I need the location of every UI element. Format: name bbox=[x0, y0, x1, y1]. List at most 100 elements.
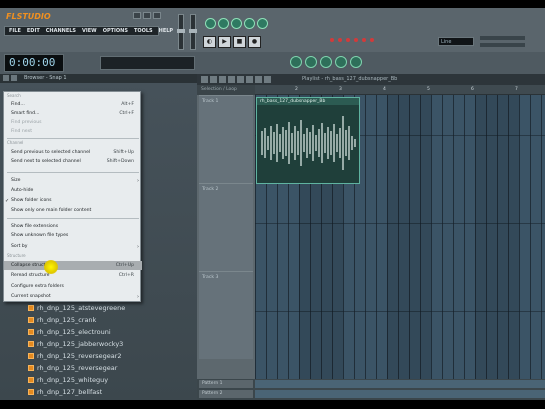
menu-item-find-next[interactable]: Find next bbox=[4, 127, 142, 136]
playlist-toggle-icon[interactable] bbox=[205, 18, 216, 29]
master-pitch-fader[interactable] bbox=[189, 14, 197, 50]
menu-options[interactable]: OPTIONS bbox=[103, 28, 128, 34]
menu-item-size[interactable]: Size › bbox=[4, 176, 142, 185]
menu-item-current-snapshot[interactable]: Current snapshot › bbox=[4, 292, 142, 301]
audio-file-icon bbox=[28, 329, 34, 335]
delete-tool-icon[interactable] bbox=[228, 76, 235, 83]
led-icon[interactable] bbox=[346, 38, 350, 42]
ruler-tick-label: 5 bbox=[427, 87, 430, 92]
timeline-ruler[interactable]: 2 3 4 5 6 7 bbox=[255, 85, 545, 95]
record-button[interactable]: ● bbox=[248, 36, 261, 48]
list-item[interactable]: rh_dnp_125_atstevegreene bbox=[28, 302, 125, 314]
paint-tool-icon[interactable] bbox=[219, 76, 226, 83]
menu-item-auto-hide[interactable]: Auto-hide bbox=[4, 186, 142, 195]
toolbar-icon[interactable] bbox=[320, 56, 332, 68]
list-item[interactable]: rh_dnp_125_jabberwocky3 bbox=[28, 338, 123, 350]
menu-item-show-one-folder[interactable]: Show only one main folder content bbox=[4, 206, 142, 215]
menu-item-send-previous[interactable]: Send previous to selected channel Shift+U… bbox=[4, 148, 142, 157]
browser-menu-icon[interactable] bbox=[3, 75, 9, 81]
mixer-toggle-icon[interactable] bbox=[257, 18, 268, 29]
piano-roll-toggle-icon[interactable] bbox=[231, 18, 242, 29]
master-volume-fader[interactable] bbox=[177, 14, 185, 50]
menu-section-search: Search bbox=[7, 93, 21, 98]
window-buttons bbox=[133, 12, 161, 19]
hint-bar bbox=[100, 56, 195, 70]
stop-button[interactable]: ■ bbox=[233, 36, 246, 48]
track-header[interactable]: Track 1 bbox=[199, 95, 253, 183]
playlist-menu-icon[interactable] bbox=[201, 76, 208, 83]
audio-file-icon bbox=[28, 389, 34, 395]
ruler-tick-label: 2 bbox=[295, 87, 298, 92]
browser-title-bar: Browser - Snap 1 bbox=[0, 74, 197, 83]
step-sequencer-toggle-icon[interactable] bbox=[218, 18, 229, 29]
led-icon[interactable] bbox=[330, 38, 334, 42]
toolbar-icon[interactable] bbox=[350, 56, 362, 68]
pattern-song-switch[interactable]: ◐ bbox=[203, 36, 216, 48]
audio-clip[interactable]: rh_bass_127_dubsnapper_Bb bbox=[256, 97, 360, 184]
menu-item-find[interactable]: Find... Alt+F bbox=[4, 100, 142, 109]
menu-item-collapse-structure[interactable]: Collapse structure Ctrl+Up bbox=[4, 261, 142, 270]
list-item[interactable]: rh_dnp_125_reversegear2 bbox=[28, 350, 122, 362]
minimize-button[interactable] bbox=[133, 12, 141, 19]
ruler-tick-label: 4 bbox=[383, 87, 386, 92]
menu-view[interactable]: VIEW bbox=[82, 28, 97, 34]
menu-item-show-extensions[interactable]: Show file extensions bbox=[4, 222, 142, 231]
transport-controls: ◐ ▶ ■ ● bbox=[203, 36, 261, 48]
toolbar-icon[interactable] bbox=[305, 56, 317, 68]
bar-stripe bbox=[387, 95, 431, 400]
pattern-lane-label[interactable]: Pattern 1 bbox=[199, 380, 253, 388]
track-header[interactable]: Track 2 bbox=[199, 183, 253, 271]
menu-file[interactable]: FILE bbox=[9, 28, 21, 34]
list-item[interactable]: rh_dnp_125_whiteguy bbox=[28, 374, 108, 386]
led-icon[interactable] bbox=[362, 38, 366, 42]
audio-file-icon bbox=[28, 317, 34, 323]
browser-context-menu: Search Find... Alt+F Smart find... Ctrl+F … bbox=[3, 91, 142, 302]
maximize-button[interactable] bbox=[143, 12, 151, 19]
toolbar-icon[interactable] bbox=[290, 56, 302, 68]
menu-item-reread-structure[interactable]: Reread structure Ctrl+R bbox=[4, 271, 142, 280]
submenu-arrow-icon: › bbox=[137, 243, 139, 250]
close-button[interactable] bbox=[153, 12, 161, 19]
browser-pin-icon[interactable] bbox=[11, 75, 17, 81]
list-item[interactable]: rh_dnp_127_bellfast bbox=[28, 386, 102, 398]
menu-help[interactable]: HELP bbox=[159, 28, 173, 34]
song-position-display[interactable]: 0:00:00 bbox=[4, 54, 64, 72]
track-headers: Track 1 Track 2 Track 3 bbox=[197, 95, 255, 400]
menu-item-configure-folders[interactable]: Configure extra folders bbox=[4, 282, 142, 291]
audio-file-icon bbox=[28, 365, 34, 371]
pattern-lane[interactable] bbox=[255, 390, 545, 398]
audio-file-icon bbox=[28, 341, 34, 347]
clip-title: rh_bass_127_dubsnapper_Bb bbox=[257, 98, 359, 105]
menu-item-show-folder-icons[interactable]: Show folder icons bbox=[4, 196, 142, 205]
list-item[interactable]: rh_dnp_125_reversegear bbox=[28, 362, 117, 374]
mute-tool-icon[interactable] bbox=[237, 76, 244, 83]
toolbar-icon[interactable] bbox=[335, 56, 347, 68]
pattern-lane-label[interactable]: Pattern 2 bbox=[199, 390, 253, 398]
snap-selector[interactable]: Line bbox=[438, 37, 474, 46]
slice-tool-icon[interactable] bbox=[246, 76, 253, 83]
led-icon[interactable] bbox=[354, 38, 358, 42]
menu-edit[interactable]: EDIT bbox=[27, 28, 40, 34]
list-item[interactable]: rh_dnp_125_electrouni bbox=[28, 326, 111, 338]
pattern-lane[interactable] bbox=[255, 380, 545, 388]
menu-channels[interactable]: CHANNELS bbox=[46, 28, 76, 34]
menu-item-show-unknown[interactable]: Show unknown file types bbox=[4, 231, 142, 240]
audio-file-icon bbox=[28, 377, 34, 383]
app-logo: FLSTUDIO bbox=[6, 12, 51, 21]
menu-item-find-previous[interactable]: Find previous bbox=[4, 118, 142, 127]
track-header[interactable]: Track 3 bbox=[199, 271, 253, 359]
browser-toggle-icon[interactable] bbox=[244, 18, 255, 29]
led-icon[interactable] bbox=[370, 38, 374, 42]
zoom-tool-icon[interactable] bbox=[264, 76, 271, 83]
menu-item-smart-find[interactable]: Smart find... Ctrl+F bbox=[4, 109, 142, 118]
menu-item-send-next[interactable]: Send next to selected channel Shift+Down bbox=[4, 157, 142, 166]
play-button[interactable]: ▶ bbox=[218, 36, 231, 48]
list-item[interactable]: rh_dnp_125_crank bbox=[28, 314, 96, 326]
led-icon[interactable] bbox=[338, 38, 342, 42]
draw-tool-icon[interactable] bbox=[210, 76, 217, 83]
menu-divider bbox=[7, 218, 139, 219]
menu-item-sort-by[interactable]: Sort by › bbox=[4, 242, 142, 251]
select-tool-icon[interactable] bbox=[255, 76, 262, 83]
menu-tools[interactable]: TOOLS bbox=[134, 28, 153, 34]
playlist-title: Playlist - rh_bass_127_dubsnapper_Bb bbox=[302, 76, 398, 82]
